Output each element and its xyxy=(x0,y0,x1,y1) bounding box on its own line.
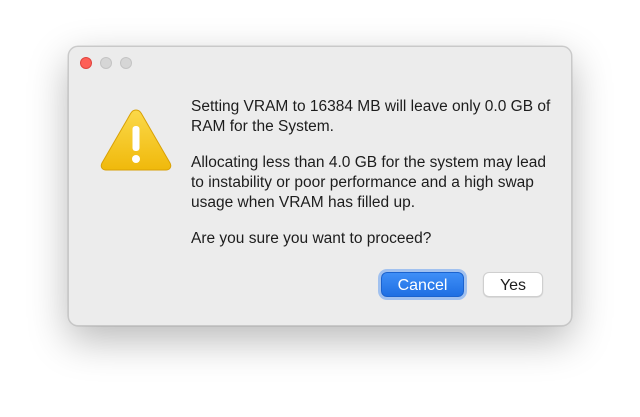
alert-dialog: Setting VRAM to 16384 MB will leave only… xyxy=(68,46,572,326)
cancel-button[interactable]: Cancel xyxy=(381,272,464,297)
message-allocation-warning: Allocating less than 4.0 GB for the syst… xyxy=(191,154,546,211)
alert-message: Setting VRAM to 16384 MB will leave only… xyxy=(191,97,551,265)
screen: Setting VRAM to 16384 MB will leave only… xyxy=(0,0,640,417)
message-vram-warning: Setting VRAM to 16384 MB will leave only… xyxy=(191,98,551,135)
yes-button[interactable]: Yes xyxy=(483,272,543,297)
message-confirm-question: Are you sure you want to proceed? xyxy=(191,230,432,247)
zoom-window-button[interactable] xyxy=(120,57,132,69)
warning-triangle-icon xyxy=(100,109,172,171)
minimize-window-button[interactable] xyxy=(100,57,112,69)
title-bar xyxy=(69,47,571,77)
close-window-button[interactable] xyxy=(80,57,92,69)
